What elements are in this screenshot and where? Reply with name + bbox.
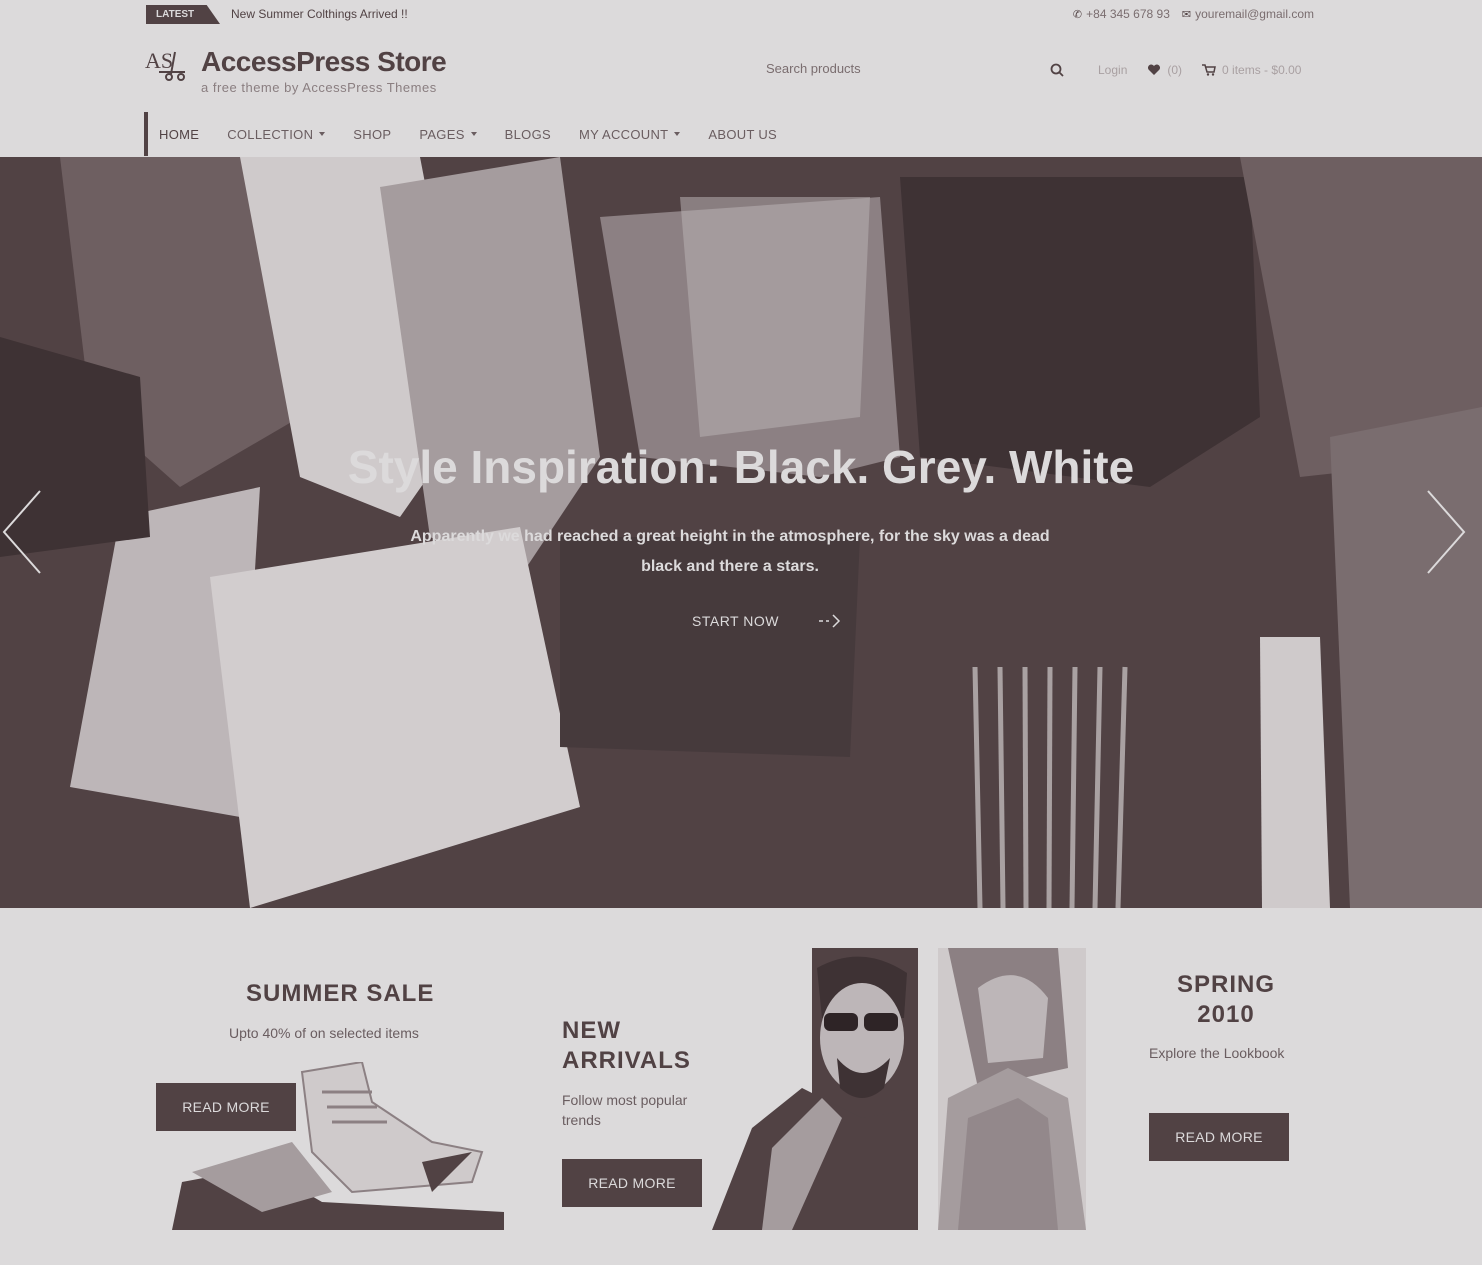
phone-number: +84 345 678 93 — [1086, 7, 1170, 21]
contact-info: ✆ +84 345 678 93 ✉ youremail@gmail.com — [1073, 7, 1314, 21]
cart-link[interactable]: 0 items - $0.00 — [1202, 63, 1301, 77]
hero-slider: Style Inspiration: Black. Grey. White Ap… — [0, 157, 1482, 908]
slider-prev-arrow-icon[interactable] — [0, 487, 46, 577]
email-address[interactable]: youremail@gmail.com — [1195, 7, 1314, 21]
phone-contact: ✆ +84 345 678 93 — [1073, 7, 1170, 21]
email-contact[interactable]: ✉ youremail@gmail.com — [1182, 7, 1314, 21]
chevron-down-icon — [319, 132, 326, 136]
hero-description: Apparently we had reached a great height… — [410, 528, 1050, 575]
search-input[interactable] — [766, 61, 1026, 76]
store-logo-icon[interactable]: AS — [145, 48, 189, 82]
chevron-down-icon — [470, 132, 477, 136]
new-arrivals-woman-image — [938, 948, 1086, 1230]
new-arrivals-title: NEW ARRIVALS — [562, 1017, 691, 1074]
spring-read-more-button[interactable]: READ MORE — [1149, 1113, 1289, 1161]
site-tagline: a free theme by AccessPress Themes — [201, 80, 437, 95]
nav-item-about-us[interactable]: ABOUT US — [708, 127, 777, 142]
nav-item-my-account[interactable]: MY ACCOUNT — [578, 126, 681, 142]
site-title[interactable]: AccessPress Store — [201, 46, 447, 78]
hero-title: Style Inspiration: Black. Grey. White — [347, 441, 1135, 493]
svg-text:AS: AS — [145, 48, 173, 73]
summer-sale-read-more-button[interactable]: READ MORE — [156, 1083, 296, 1131]
nav-item-collection[interactable]: COLLECTION — [227, 126, 326, 142]
nav-label: BLOGS — [504, 126, 551, 142]
spring-subtitle: Explore the Lookbook — [1149, 1045, 1285, 1061]
nav-item-blogs[interactable]: BLOGS — [505, 127, 551, 142]
start-now-button[interactable]: START NOW — [692, 613, 841, 629]
spring-title: SPRING 2010 — [1176, 971, 1275, 1028]
nav-item-home[interactable]: HOME — [159, 127, 199, 142]
nav-label: ABOUT US — [708, 126, 778, 142]
arrow-right-icon — [818, 614, 841, 628]
wishlist-link[interactable]: (0) — [1147, 63, 1182, 77]
nav-label: SHOP — [353, 126, 392, 142]
cart-icon — [1202, 64, 1216, 76]
chevron-down-icon — [674, 132, 681, 136]
nav-label: HOME — [159, 126, 200, 142]
login-link[interactable]: Login — [1098, 63, 1127, 77]
new-arrivals-man-image — [712, 948, 918, 1230]
summer-sale-subtitle: Upto 40% of on selected items — [229, 1025, 419, 1041]
phone-icon: ✆ — [1072, 9, 1083, 21]
main-navigation: HOME COLLECTION SHOP PAGES BLOGS MY ACCO… — [144, 112, 805, 156]
new-arrivals-read-more-button[interactable]: READ MORE — [562, 1159, 702, 1207]
account-links: Login (0) 0 items - $0.00 — [1098, 63, 1301, 77]
heart-icon — [1148, 64, 1161, 75]
nav-item-shop[interactable]: SHOP — [353, 127, 391, 142]
start-now-label: START NOW — [692, 613, 779, 629]
nav-label: PAGES — [419, 126, 465, 142]
nav-label: COLLECTION — [227, 126, 314, 142]
nav-label: MY ACCOUNT — [578, 126, 669, 142]
nav-item-pages[interactable]: PAGES — [419, 126, 477, 142]
latest-badge: LATEST — [146, 5, 220, 24]
cart-summary: 0 items - $0.00 — [1222, 63, 1302, 77]
envelope-icon: ✉ — [1181, 9, 1192, 21]
search-icon[interactable] — [1050, 63, 1064, 77]
slider-next-arrow-icon[interactable] — [1422, 487, 1468, 577]
product-search — [766, 60, 1066, 84]
latest-news-ticker[interactable]: New Summer Colthings Arrived !! — [231, 7, 408, 21]
summer-sale-title: SUMMER SALE — [246, 980, 435, 1007]
top-bar: LATEST New Summer Colthings Arrived !! ✆… — [0, 0, 1482, 30]
login-label[interactable]: Login — [1098, 63, 1127, 77]
wishlist-count: (0) — [1167, 63, 1183, 77]
new-arrivals-subtitle: Follow most popular trends — [562, 1092, 688, 1128]
